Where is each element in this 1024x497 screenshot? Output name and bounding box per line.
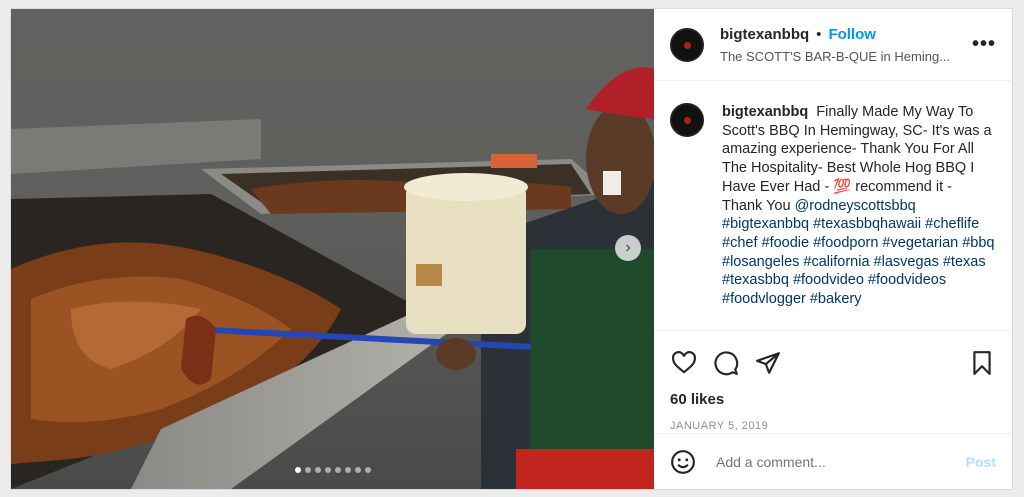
carousel-dot [354,467,361,473]
share-button[interactable] [754,349,782,377]
instagram-post: › bigtexanbbq • Follow The SCOTT'S BAR-B… [10,8,1013,490]
carousel-dot [294,467,301,473]
action-bar [654,331,1012,387]
carousel-dot [334,467,341,473]
caption-username[interactable]: bigtexanbbq [722,104,808,120]
share-icon [756,352,780,374]
bbq-pit-photo [11,9,654,489]
comment-bar: Post [654,433,1012,489]
more-options-icon[interactable]: ••• [972,33,996,56]
separator: • [816,25,822,43]
hashtags[interactable]: #bigtexanbbq #texasbbqhawaii #cheflife #… [722,216,995,307]
caption-avatar[interactable] [670,103,704,137]
carousel-dot [344,467,351,473]
caption: bigtexanbbq Finally Made My Way To Scott… [654,81,1012,331]
carousel-dot [304,467,311,473]
comment-icon [714,351,739,376]
location-link[interactable]: The SCOTT'S BAR-B-QUE in Heming... [720,49,962,64]
username-link[interactable]: bigtexanbbq [720,26,809,43]
header-text: bigtexanbbq • Follow The SCOTT'S BAR-B-Q… [720,26,962,64]
carousel-dot [324,467,331,473]
follow-button[interactable]: Follow [828,26,876,43]
comment-button[interactable] [712,349,740,377]
carousel-dot [314,467,321,473]
save-button[interactable] [968,349,996,377]
post-comment-button[interactable]: Post [966,454,996,470]
chevron-right-icon: › [625,239,631,256]
comment-input[interactable] [716,453,966,470]
post-header: bigtexanbbq • Follow The SCOTT'S BAR-B-Q… [654,9,1012,81]
next-photo-button[interactable]: › [615,235,641,261]
carousel-dot [364,467,371,473]
like-button[interactable] [670,349,698,377]
post-date[interactable]: JANUARY 5, 2019 [654,408,1012,432]
post-photo[interactable]: › [11,9,654,489]
likes-count[interactable]: 60 likes [654,387,1012,408]
smiley-icon[interactable] [670,449,696,475]
heart-icon [672,351,696,374]
mention-link[interactable]: @rodneyscottsbbq [795,198,916,214]
post-sidebar: bigtexanbbq • Follow The SCOTT'S BAR-B-Q… [654,9,1012,489]
avatar[interactable] [670,27,704,62]
bookmark-icon [973,351,991,375]
carousel-dots [11,467,654,473]
caption-text: bigtexanbbq Finally Made My Way To Scott… [722,103,996,330]
